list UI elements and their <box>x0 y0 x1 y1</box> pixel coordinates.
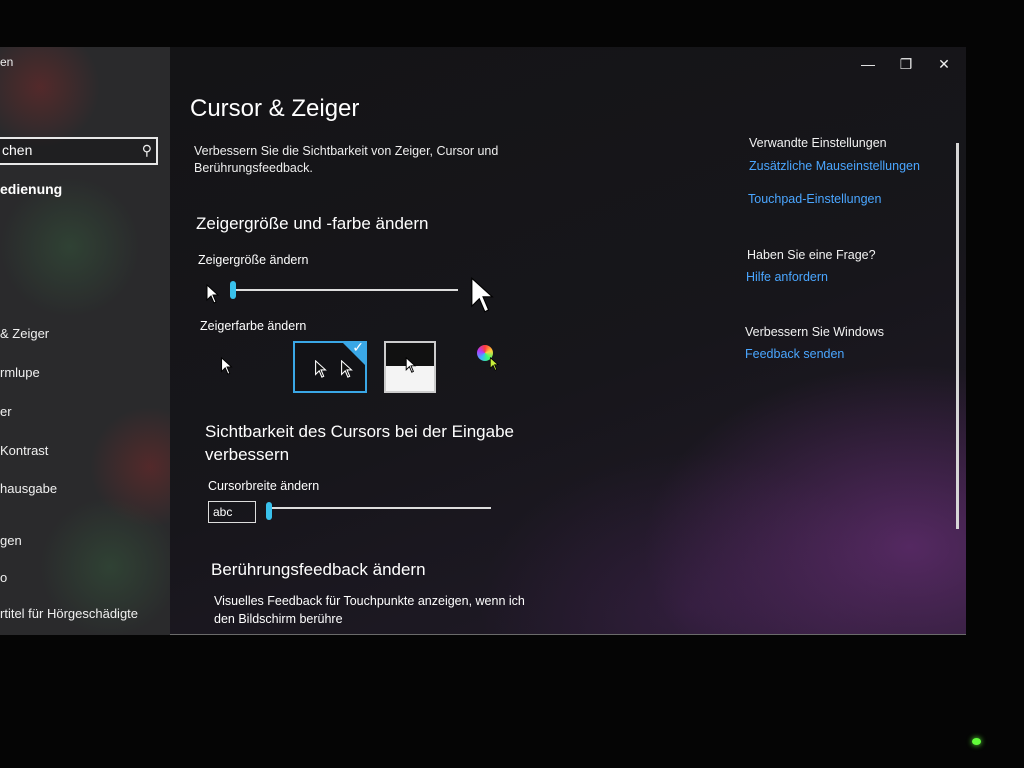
touch-feedback-heading: Berührungsfeedback ändern <box>211 560 426 579</box>
power-led <box>972 738 981 745</box>
checkmark-icon: ✓ <box>352 339 364 355</box>
window-controls: — ❐ ✕ <box>860 55 952 73</box>
color-option-custom[interactable] <box>475 345 505 375</box>
sidebar: en ⚲ edienung & Zeiger rmlupe er Kontras… <box>0 47 196 635</box>
inverted-pointer-icon <box>405 357 417 373</box>
sidebar-item-audio[interactable]: o <box>0 570 7 585</box>
sidebar-item-hearing-heading: gen <box>0 533 22 548</box>
touch-feedback-text: Visuelles Feedback für Touchpunkte anzei… <box>214 594 525 626</box>
main-content: — ❐ ✕ Cursor & Zeiger Verbessern Sie die… <box>170 47 966 635</box>
white-pointer-icon <box>221 356 233 375</box>
cursor-visibility-heading: Sichtbarkeit des Cursors bei der Eingabe… <box>205 422 514 464</box>
large-pointer-icon <box>471 277 494 313</box>
pointer-color-label: Zeigerfarbe ändern <box>200 319 307 333</box>
question-heading: Haben Sie eine Frage? <box>747 248 876 262</box>
page-title: Cursor & Zeiger <box>190 95 360 122</box>
size-color-heading: Zeigergröße und -farbe ändern <box>196 214 429 233</box>
custom-pointer-icon <box>489 357 499 371</box>
sidebar-heading: edienung <box>0 181 63 197</box>
search-input[interactable] <box>2 142 132 158</box>
close-icon[interactable]: ✕ <box>936 55 952 73</box>
related-settings-heading: Verwandte Einstellungen <box>749 136 887 150</box>
small-pointer-icon <box>206 284 220 304</box>
cursor-sample-box: abc <box>208 501 256 523</box>
cursor-width-label: Cursorbreite ändern <box>208 479 320 493</box>
sidebar-item-cursor-pointer[interactable]: & Zeiger <box>0 326 49 341</box>
pointer-size-label: Zeigergröße ändern <box>198 253 309 267</box>
app-title: en <box>0 55 14 69</box>
search-icon[interactable]: ⚲ <box>142 142 152 159</box>
main-scrollbar[interactable] <box>956 143 959 529</box>
color-option-black[interactable]: ✓ <box>293 339 367 393</box>
page-intro: Verbessern Sie die Sichtbarkeit von Zeig… <box>194 144 499 175</box>
pointer-size-track[interactable] <box>232 289 458 291</box>
sidebar-item-captions[interactable]: rtitel für Hörgeschädigte <box>0 606 138 621</box>
feedback-link[interactable]: Feedback senden <box>745 347 844 361</box>
improve-windows-heading: Verbessern Sie Windows <box>745 325 884 339</box>
get-help-link[interactable]: Hilfe anfordern <box>746 270 828 284</box>
black-pointer-icon <box>341 360 353 378</box>
restore-icon[interactable]: ❐ <box>898 55 914 73</box>
sidebar-item-narrator[interactable]: hausgabe <box>0 481 57 496</box>
color-option-inverted[interactable] <box>384 341 436 393</box>
sidebar-item-high-contrast[interactable]: Kontrast <box>0 443 48 458</box>
pointer-size-thumb[interactable] <box>230 281 236 299</box>
sidebar-item-magnifier[interactable]: rmlupe <box>0 365 40 380</box>
cursor-width-thumb[interactable] <box>266 502 272 520</box>
sidebar-item-color-filter[interactable]: er <box>0 404 12 419</box>
mouse-settings-link[interactable]: Zusätzliche Mauseinstellungen <box>749 159 920 173</box>
window-bottom-edge <box>170 634 966 635</box>
black-pointer-icon <box>315 360 327 378</box>
search-box[interactable]: ⚲ <box>0 137 158 165</box>
color-option-white[interactable] <box>220 356 250 387</box>
touchpad-settings-link[interactable]: Touchpad-Einstellungen <box>748 192 881 206</box>
cursor-width-track[interactable] <box>267 507 491 509</box>
screen: en ⚲ edienung & Zeiger rmlupe er Kontras… <box>0 47 966 635</box>
minimize-icon[interactable]: — <box>860 55 876 73</box>
